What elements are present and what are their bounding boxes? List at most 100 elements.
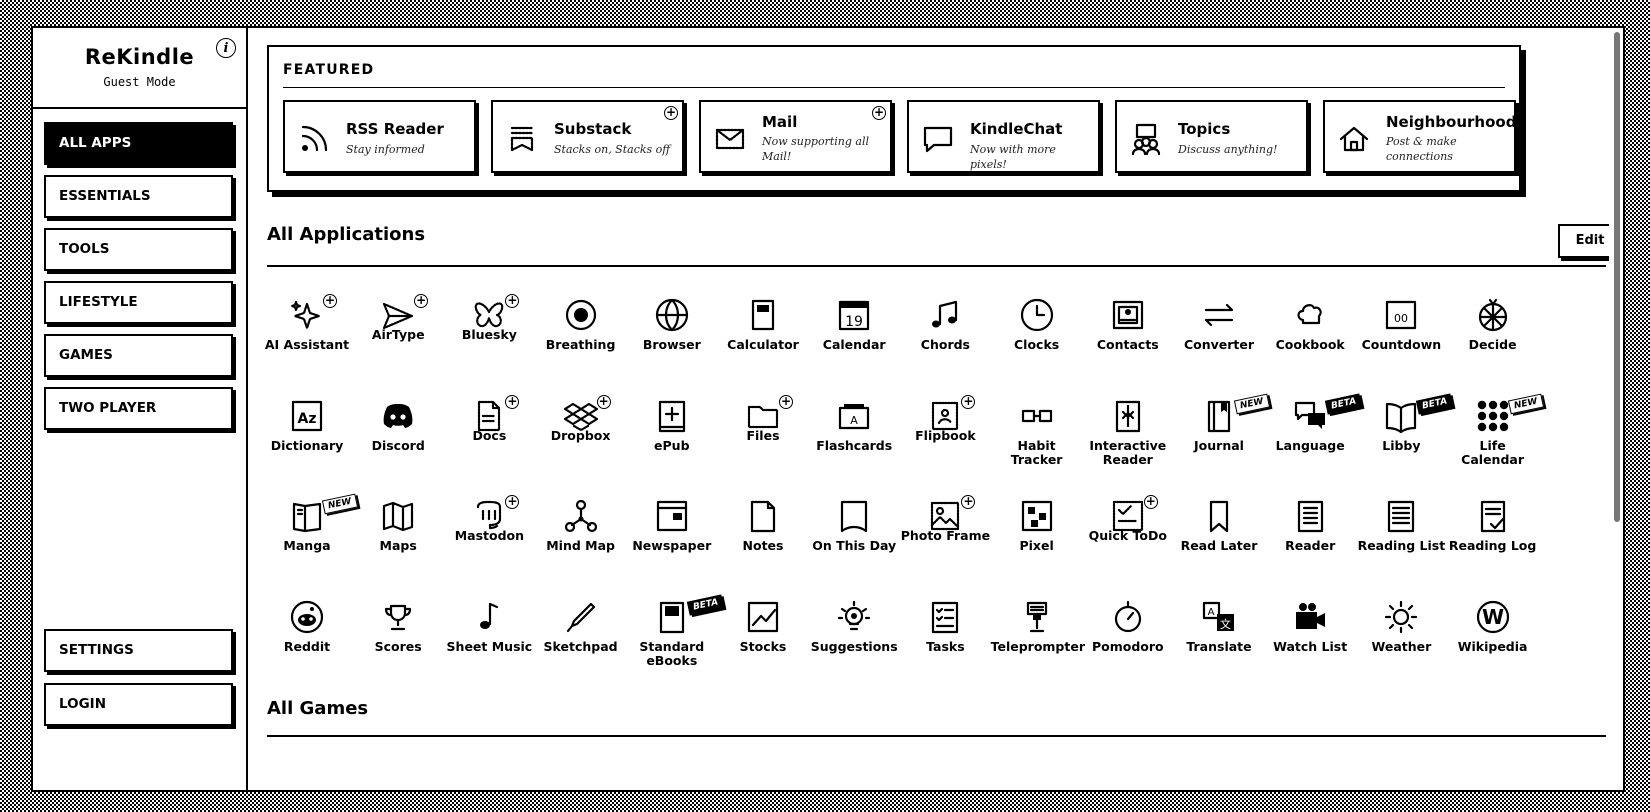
newspaper-icon	[655, 499, 689, 533]
app-tile-browser[interactable]: Browser	[626, 290, 718, 382]
app-tile-translate[interactable]: A 文 Translate	[1173, 592, 1265, 684]
app-tile-calculator[interactable]: Calculator	[717, 290, 809, 382]
app-tile-bluesky[interactable]: Bluesky +	[443, 290, 535, 382]
app-tile-reddit[interactable]: Reddit	[261, 592, 353, 684]
app-tile-watch-list[interactable]: Watch List	[1264, 592, 1356, 684]
app-tile-habit-tracker[interactable]: Habit Tracker	[991, 391, 1083, 483]
featured-card[interactable]: KindleChat Now with more pixels!	[907, 100, 1100, 173]
app-tile-cookbook[interactable]: Cookbook	[1264, 290, 1356, 382]
app-tile-calendar[interactable]: 19 Calendar	[808, 290, 900, 382]
app-tile-interactive-reader[interactable]: Interactive Reader	[1082, 391, 1174, 483]
epub-book-icon	[655, 399, 689, 433]
app-tile-weather[interactable]: Weather	[1355, 592, 1447, 684]
add-icon[interactable]: +	[664, 106, 678, 120]
app-tile-pixel[interactable]: Pixel	[991, 491, 1083, 583]
app-tile-contacts[interactable]: Contacts	[1082, 290, 1174, 382]
featured-card-desc: Discuss anything!	[1178, 143, 1278, 156]
app-tile-chords[interactable]: Chords	[899, 290, 991, 382]
featured-card[interactable]: Mail Now supporting all Mail! +	[699, 100, 892, 173]
app-tile-dropbox[interactable]: Dropbox +	[535, 391, 627, 483]
app-tile-stocks[interactable]: Stocks	[717, 592, 809, 684]
app-tile-mind-map[interactable]: Mind Map	[535, 491, 627, 583]
globe-icon	[655, 298, 689, 332]
app-tile-ai-assistant[interactable]: AI Assistant +	[261, 290, 353, 382]
app-tile-converter[interactable]: Converter	[1173, 290, 1265, 382]
app-label: Dictionary	[270, 437, 344, 453]
add-icon[interactable]: +	[961, 495, 976, 509]
nav-all-apps[interactable]: ALL APPS	[44, 122, 233, 165]
app-tile-tasks[interactable]: Tasks	[899, 592, 991, 684]
app-tile-libby[interactable]: Libby BETA	[1355, 391, 1454, 483]
app-tile-standard-ebooks[interactable]: Standard eBooks BETA	[626, 592, 725, 684]
interactive-book-icon	[1111, 399, 1145, 433]
app-tile-suggestions[interactable]: Suggestions	[808, 592, 900, 684]
app-tile-mastodon[interactable]: Mastodon +	[443, 491, 535, 583]
featured-card[interactable]: Neighbourhood Post & make connections	[1323, 100, 1516, 173]
app-tile-dictionary[interactable]: Az Dictionary	[261, 391, 353, 483]
add-icon[interactable]: +	[1143, 495, 1158, 509]
add-icon[interactable]: +	[505, 394, 520, 409]
featured-card[interactable]: Substack Stacks on, Stacks off +	[491, 100, 684, 173]
nav-two-player[interactable]: TWO PLAYER	[44, 387, 233, 430]
add-icon[interactable]: +	[779, 394, 793, 409]
app-tile-quick-todo[interactable]: Quick ToDo +	[1082, 491, 1174, 583]
nav-games[interactable]: GAMES	[44, 334, 233, 377]
featured-card[interactable]: RSS Reader Stay informed	[283, 100, 476, 173]
app-tile-sketchpad[interactable]: Sketchpad	[535, 592, 627, 684]
featured-title: FEATURED	[283, 62, 375, 78]
app-label: Language	[1275, 437, 1345, 453]
app-tile-manga[interactable]: Manga NEW	[261, 491, 358, 583]
app-tile-clocks[interactable]: Clocks	[991, 290, 1083, 382]
app-tile-journal[interactable]: Journal NEW	[1173, 391, 1270, 483]
app-tile-sheet-music[interactable]: Sheet Music	[443, 592, 535, 684]
scrollbar-thumb[interactable]	[1614, 32, 1620, 522]
nav-essentials[interactable]: ESSENTIALS	[44, 175, 233, 218]
app-tile-photo-frame[interactable]: Photo Frame +	[899, 491, 991, 583]
app-tile-countdown[interactable]: 00 Countdown	[1355, 290, 1447, 382]
bookmark-icon	[1202, 499, 1236, 533]
app-tile-breathing[interactable]: Breathing	[535, 290, 627, 382]
app-tile-pomodoro[interactable]: Pomodoro	[1082, 592, 1174, 684]
app-tile-flipbook[interactable]: Flipbook +	[899, 391, 991, 483]
app-label: Dropbox	[550, 427, 611, 443]
app-tile-on-this-day[interactable]: On This Day	[808, 491, 900, 583]
add-icon[interactable]: +	[596, 394, 611, 409]
app-tile-life-calendar[interactable]: Life Calendar NEW	[1447, 391, 1544, 483]
app-tile-discord[interactable]: Discord	[352, 391, 444, 483]
app-tile-reading-log[interactable]: Reading Log	[1447, 491, 1539, 583]
scrollbar[interactable]	[1609, 28, 1623, 790]
app-label: Contacts	[1096, 337, 1159, 352]
app-tile-language[interactable]: Language BETA	[1264, 391, 1363, 483]
add-icon[interactable]: +	[872, 106, 886, 120]
add-icon[interactable]: +	[505, 495, 520, 509]
app-tile-files[interactable]: Files +	[717, 391, 809, 483]
app-tile-read-later[interactable]: Read Later	[1173, 491, 1265, 583]
app-tile-maps[interactable]: Maps	[352, 491, 444, 583]
add-icon[interactable]: +	[961, 394, 976, 409]
add-icon[interactable]: +	[414, 294, 429, 308]
info-icon[interactable]: i	[216, 38, 236, 58]
app-tile-wikipedia[interactable]: W Wikipedia	[1447, 592, 1539, 684]
nav-lifestyle[interactable]: LIFESTYLE	[44, 281, 233, 324]
app-tile-flashcards[interactable]: A Flashcards	[808, 391, 900, 483]
app-label: Notes	[742, 538, 784, 553]
app-tile-epub[interactable]: ePub	[626, 391, 718, 483]
app-tile-reading-list[interactable]: Reading List	[1355, 491, 1447, 583]
featured-card[interactable]: Topics Discuss anything!	[1115, 100, 1308, 173]
app-label: Maps	[379, 538, 417, 553]
app-tile-teleprompter[interactable]: Teleprompter	[991, 592, 1085, 684]
add-icon[interactable]: +	[323, 294, 337, 308]
app-label: Interactive Reader	[1089, 437, 1167, 467]
nav-settings[interactable]: SETTINGS	[44, 629, 233, 672]
app-tile-notes[interactable]: Notes	[717, 491, 809, 583]
nav-tools[interactable]: TOOLS	[44, 228, 233, 271]
app-tile-docs[interactable]: Docs +	[443, 391, 535, 483]
app-tile-airtype[interactable]: AirType +	[352, 290, 444, 382]
nav-login[interactable]: LOGIN	[44, 683, 233, 726]
app-tile-scores[interactable]: Scores	[352, 592, 444, 684]
people-icon	[1129, 122, 1161, 156]
app-tile-decide[interactable]: Decide	[1447, 290, 1539, 382]
add-icon[interactable]: +	[505, 294, 520, 308]
app-tile-reader[interactable]: Reader	[1264, 491, 1356, 583]
app-tile-newspaper[interactable]: Newspaper	[626, 491, 718, 583]
